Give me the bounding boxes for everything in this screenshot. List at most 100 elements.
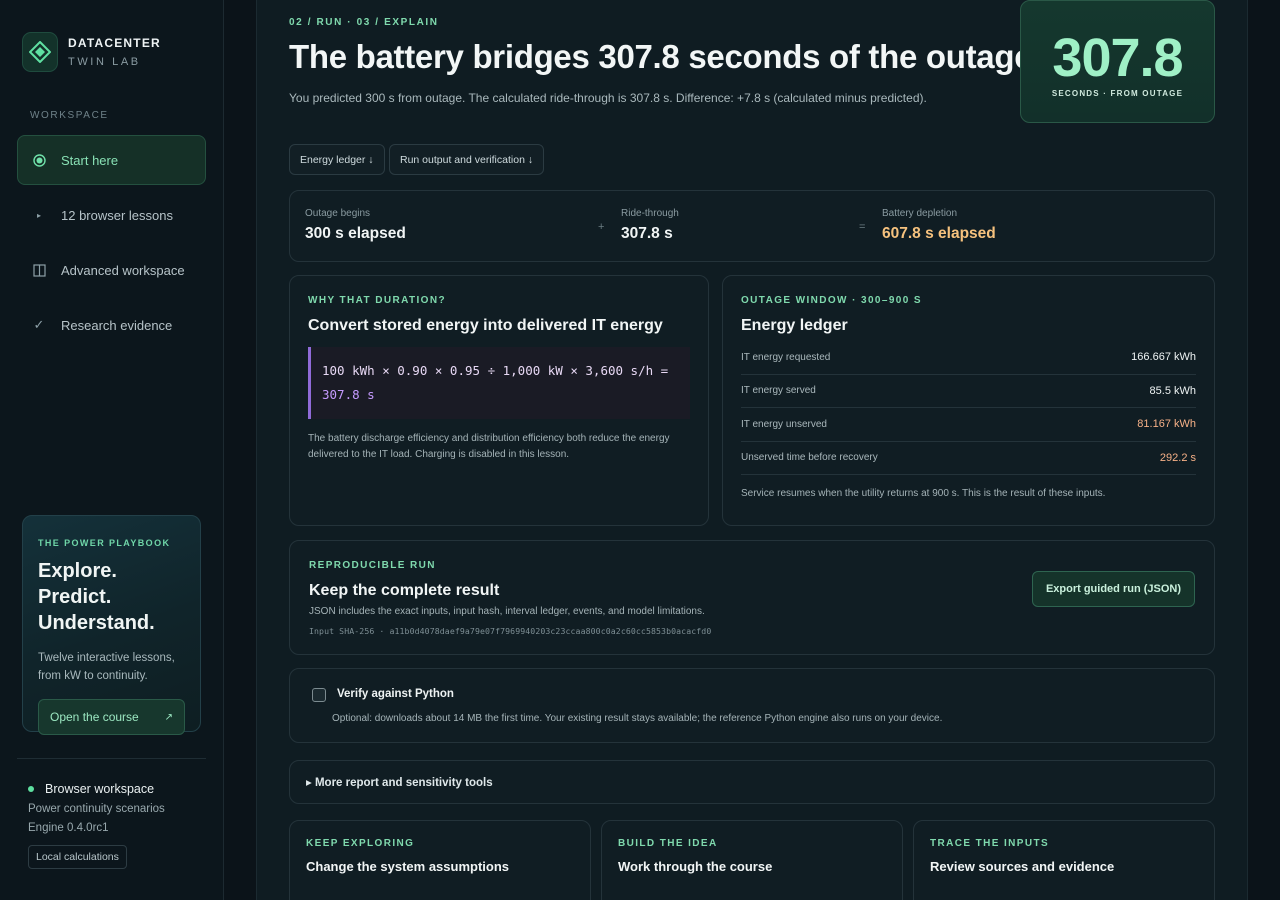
trace-inputs-card[interactable]: TRACE THE INPUTS Review sources and evid…	[913, 820, 1215, 900]
sidebar-item-label: Advanced workspace	[61, 262, 185, 278]
keep-exploring-card[interactable]: KEEP EXPLORING Change the system assumpt…	[289, 820, 591, 900]
brand-name: DATACENTER	[68, 36, 161, 50]
why-kicker: WHY THAT DURATION?	[308, 295, 446, 306]
sidebar-divider	[17, 758, 206, 759]
panels-icon	[31, 263, 47, 277]
status-dot-icon	[28, 786, 34, 792]
timeline-value: 307.8 s	[621, 225, 673, 242]
more-tools-details[interactable]: ▸ More report and sensitivity tools	[289, 760, 1215, 804]
sidebar-item-browser-lessons[interactable]: ▸ 12 browser lessons	[17, 190, 206, 240]
export-json-button[interactable]: Export guided run (JSON)	[1031, 571, 1195, 607]
more-tools-summary[interactable]: ▸ More report and sensitivity tools	[306, 775, 1198, 789]
play-icon: ▸	[36, 210, 41, 220]
promo-text-line: Twelve interactive lessons,	[38, 652, 175, 664]
ledger-value: 85.5 kWh	[1149, 384, 1196, 397]
card-title: Review sources and evidence	[930, 859, 1115, 874]
workspace-status: Browser workspace Power continuity scena…	[28, 782, 208, 869]
timeline-value: 607.8 s elapsed	[882, 225, 996, 242]
ledger-key: IT energy served	[741, 385, 816, 397]
ledger-row: IT energy requested 166.667 kWh	[741, 341, 1196, 375]
promo-title-line: Understand.	[38, 612, 155, 634]
ride-through-label: SECONDS · FROM OUTAGE	[1051, 89, 1184, 98]
sidebar: DATACENTER TWIN LAB WORKSPACE Start here…	[0, 0, 224, 900]
timeline-label: Outage begins	[305, 208, 371, 219]
status-badge: Local calculations	[28, 845, 127, 869]
sidebar-nav: Start here ▸ 12 browser lessons Advanced…	[17, 135, 206, 355]
equals-operator: =	[859, 221, 866, 233]
ledger-value: 166.667 kWh	[1131, 351, 1196, 364]
formula-result: 307.8 s	[322, 387, 375, 402]
sidebar-item-label: 12 browser lessons	[61, 207, 173, 223]
plus-operator: +	[598, 221, 605, 233]
promo-text: Twelve interactive lessons, from kW to c…	[38, 649, 185, 685]
timeline-label: Ride-through	[621, 208, 679, 219]
target-icon	[31, 153, 47, 167]
engine-version: Engine 0.4.0rc1	[28, 822, 109, 834]
run-output-link[interactable]: Run output and verification ↓	[389, 144, 545, 175]
page-title: The battery bridges 307.8 seconds of the…	[289, 38, 1042, 75]
battery-depletion: Battery depletion 607.8 s elapsed	[882, 208, 996, 243]
ledger-row: Unserved time before recovery 292.2 s	[741, 442, 1196, 475]
sidebar-item-research-evidence[interactable]: ✓ Research evidence	[17, 300, 206, 350]
status-title: Browser workspace	[45, 782, 155, 796]
checkmark-icon: ✓	[33, 317, 45, 332]
verify-python-checkbox[interactable]	[312, 688, 326, 702]
ride-through-value: 307.8	[1052, 28, 1183, 88]
ledger-kicker: OUTAGE WINDOW · 300–900 S	[741, 295, 922, 306]
promo-text-line: from kW to continuity.	[38, 670, 148, 682]
ledger-footer: Service resumes when the utility returns…	[741, 488, 1106, 499]
promo-kicker: THE POWER PLAYBOOK	[38, 538, 171, 548]
timeline-value: 300 s elapsed	[305, 225, 406, 242]
ledger-row: IT energy served 85.5 kWh	[741, 375, 1196, 408]
card-title: Work through the course	[618, 859, 773, 874]
external-link-icon: ↗	[164, 711, 173, 723]
sidebar-item-label: Research evidence	[61, 317, 173, 333]
promo-title: Explore. Predict. Understand.	[38, 558, 185, 636]
card-kicker: KEEP EXPLORING	[306, 838, 415, 849]
timeline-card: Outage begins 300 s elapsed + Ride-throu…	[289, 190, 1215, 262]
input-hash: Input SHA-256 · a11b0d4078daef9a79e07f79…	[309, 626, 712, 636]
ride-through: Ride-through 307.8 s	[621, 208, 679, 243]
why-duration-card: WHY THAT DURATION? Convert stored energy…	[289, 275, 709, 526]
ledger-table: IT energy requested 166.667 kWh IT energ…	[741, 341, 1196, 475]
energy-ledger-link[interactable]: Energy ledger ↓	[289, 144, 385, 175]
card-kicker: TRACE THE INPUTS	[930, 838, 1050, 849]
page-subtitle: You predicted 300 s from outage. The cal…	[289, 91, 927, 105]
ledger-value: 292.2 s	[1159, 451, 1196, 464]
verify-note: Optional: downloads about 14 MB the firs…	[332, 713, 943, 724]
status-line: Power continuity scenarios	[28, 803, 165, 815]
ledger-key: Unserved time before recovery	[741, 452, 878, 464]
open-course-label: Open the course	[50, 710, 139, 724]
sidebar-item-advanced-workspace[interactable]: Advanced workspace	[17, 245, 206, 295]
brand[interactable]: DATACENTER TWIN LAB	[22, 32, 161, 72]
ledger-value: 81.167 kWh	[1137, 418, 1196, 431]
ledger-title: Energy ledger	[741, 317, 848, 334]
breadcrumb: 02 / RUN · 03 / EXPLAIN	[289, 17, 439, 28]
energy-ledger-card: OUTAGE WINDOW · 300–900 S Energy ledger …	[722, 275, 1215, 526]
timeline-label: Battery depletion	[882, 208, 958, 219]
sidebar-item-start-here[interactable]: Start here	[17, 135, 206, 185]
workspace-section-label: WORKSPACE	[30, 110, 109, 121]
repro-kicker: REPRODUCIBLE RUN	[309, 560, 436, 571]
promo-card: THE POWER PLAYBOOK Explore. Predict. Und…	[22, 515, 201, 735]
ledger-key: IT energy requested	[741, 351, 831, 363]
ledger-key: IT energy unserved	[741, 418, 827, 430]
formula-expression: 100 kWh × 0.90 × 0.95 ÷ 1,000 kW × 3,600…	[322, 363, 669, 378]
ride-through-stat: 307.8 SECONDS · FROM OUTAGE	[1020, 0, 1215, 123]
verify-python-card: Verify against Python Optional: download…	[289, 668, 1215, 743]
build-idea-card[interactable]: BUILD THE IDEA Work through the course	[601, 820, 903, 900]
open-course-button[interactable]: Open the course ↗	[38, 699, 185, 735]
promo-title-line: Explore. Predict.	[38, 560, 117, 608]
diamond-logo-icon	[22, 32, 58, 72]
outage-begins: Outage begins 300 s elapsed	[305, 208, 406, 243]
card-kicker: BUILD THE IDEA	[618, 838, 718, 849]
brand-subtitle: TWIN LAB	[68, 56, 141, 68]
why-note: The battery discharge efficiency and dis…	[308, 433, 670, 460]
card-title: Change the system assumptions	[306, 859, 509, 874]
reproducible-run-card: REPRODUCIBLE RUN Keep the complete resul…	[289, 540, 1215, 655]
ledger-row: IT energy unserved 81.167 kWh	[741, 408, 1196, 442]
formula-block: 100 kWh × 0.90 × 0.95 ÷ 1,000 kW × 3,600…	[308, 347, 690, 419]
why-title: Convert stored energy into delivered IT …	[308, 317, 663, 334]
sidebar-item-label: Start here	[61, 152, 119, 168]
verify-label[interactable]: Verify against Python	[337, 688, 454, 700]
